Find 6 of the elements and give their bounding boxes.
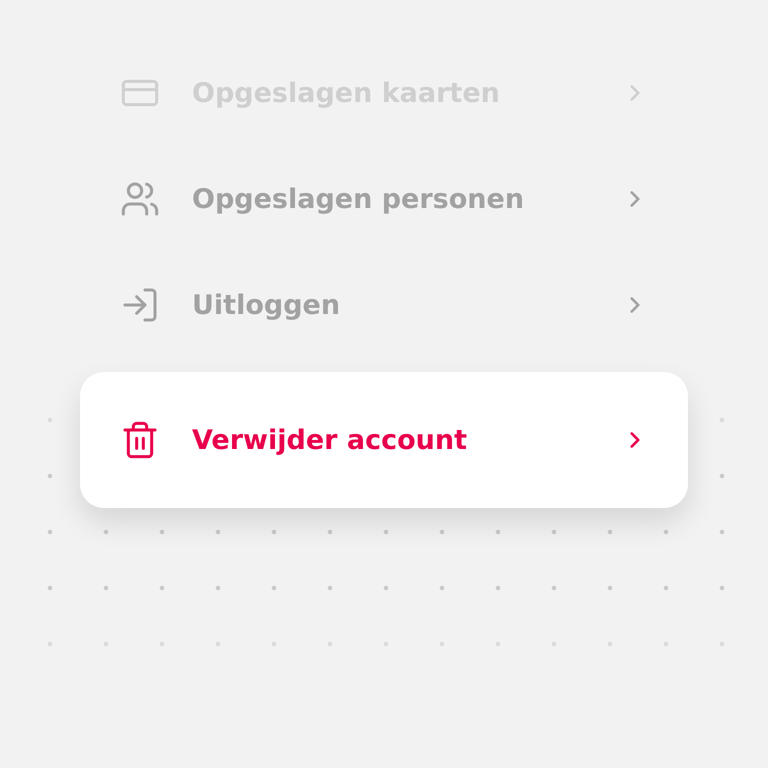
menu-label: Verwijder account (192, 424, 468, 456)
menu-label: Opgeslagen personen (192, 184, 526, 214)
menu-item[interactable]: Uitloggen (80, 252, 688, 358)
menu-item[interactable]: Opgeslagen personen (80, 146, 688, 252)
menu-label: Uitloggen (192, 290, 342, 320)
menu-item[interactable]: Verwijder account (80, 372, 688, 508)
